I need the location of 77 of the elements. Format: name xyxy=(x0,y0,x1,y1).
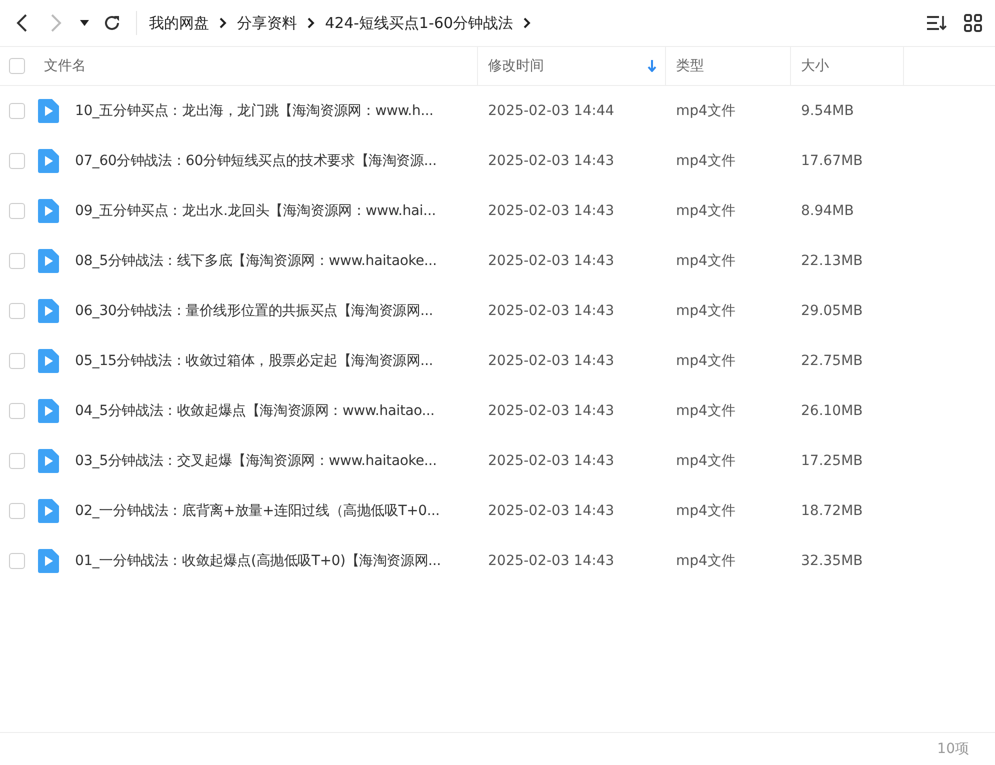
row-checkbox[interactable] xyxy=(9,453,25,469)
row-checkbox[interactable] xyxy=(9,203,25,219)
grid-icon xyxy=(964,14,982,32)
file-name[interactable]: 07_60分钟战法：60分钟短线买点的技术要求【海淘资源... xyxy=(75,152,478,170)
file-type: mp4文件 xyxy=(675,402,736,420)
file-size: 9.54MB xyxy=(800,103,855,119)
video-file-icon xyxy=(37,99,59,123)
chevron-icon xyxy=(307,17,315,29)
video-file-icon xyxy=(37,549,59,573)
file-name[interactable]: 04_5分钟战法：收敛起爆点【海淘资源网：www.haitao... xyxy=(75,402,478,420)
row-checkbox[interactable] xyxy=(9,553,25,569)
sort-down-icon xyxy=(647,60,657,72)
modified-time: 2025-02-03 14:43 xyxy=(487,503,616,519)
video-file-icon xyxy=(37,299,59,323)
file-name[interactable]: 01_一分钟战法：收敛起爆点(高抛低吸T+0)【海淘资源网... xyxy=(75,552,478,570)
modified-time: 2025-02-03 14:43 xyxy=(487,553,616,569)
chevron-icon xyxy=(219,17,227,29)
item-count: 10项 xyxy=(937,740,969,758)
row-checkbox[interactable] xyxy=(9,353,25,369)
video-file-icon xyxy=(37,249,59,273)
file-size: 17.67MB xyxy=(800,153,864,169)
column-header[interactable]: 修改时间 xyxy=(478,47,666,85)
video-file-icon xyxy=(37,349,59,373)
file-size: 22.75MB xyxy=(800,353,864,369)
breadcrumb-item[interactable]: 424-短线买点1-60分钟战法 xyxy=(325,14,514,32)
modified-time: 2025-02-03 14:43 xyxy=(487,253,616,269)
file-name[interactable]: 03_5分钟战法：交叉起爆【海淘资源网：www.haitaoke... xyxy=(75,452,478,470)
file-type: mp4文件 xyxy=(675,102,736,120)
breadcrumb-item[interactable]: 我的网盘 xyxy=(149,14,209,32)
file-name[interactable]: 10_五分钟买点：龙出海，龙门跳【海淘资源网：www.h... xyxy=(75,102,478,120)
file-size: 32.35MB xyxy=(800,553,864,569)
video-file-icon xyxy=(37,149,59,173)
file-size: 22.13MB xyxy=(800,253,864,269)
file-type: mp4文件 xyxy=(675,152,736,170)
file-type: mp4文件 xyxy=(675,502,736,520)
column-header[interactable]: 大小 xyxy=(791,47,904,85)
row-checkbox[interactable] xyxy=(9,253,25,269)
video-file-icon xyxy=(37,199,59,223)
video-file-icon xyxy=(37,499,59,523)
file-type: mp4文件 xyxy=(675,352,736,370)
file-name[interactable]: 09_五分钟买点：龙出水.龙回头【海淘资源网：www.hai... xyxy=(75,202,478,220)
modified-time: 2025-02-03 14:43 xyxy=(487,453,616,469)
column-header[interactable]: 类型 xyxy=(666,47,791,85)
row-checkbox[interactable] xyxy=(9,103,25,119)
file-size: 29.05MB xyxy=(800,303,864,319)
file-type: mp4文件 xyxy=(675,302,736,320)
row-checkbox[interactable] xyxy=(9,153,25,169)
modified-time: 2025-02-03 14:44 xyxy=(487,103,616,119)
modified-time: 2025-02-03 14:43 xyxy=(487,303,616,319)
file-type: mp4文件 xyxy=(675,452,736,470)
row-checkbox[interactable] xyxy=(9,503,25,519)
modified-time: 2025-02-03 14:43 xyxy=(487,353,616,369)
file-size: 26.10MB xyxy=(800,403,864,419)
caret-icon xyxy=(80,20,88,26)
file-size: 17.25MB xyxy=(800,453,864,469)
file-type: mp4文件 xyxy=(675,202,736,220)
modified-time: 2025-02-03 14:43 xyxy=(487,403,616,419)
column-header[interactable]: 文件名 xyxy=(44,47,478,85)
refresh-icon xyxy=(103,14,121,32)
select-all-checkbox[interactable] xyxy=(9,58,25,74)
file-name[interactable]: 08_5分钟战法：线下多底【海淘资源网：www.haitaoke... xyxy=(75,252,478,270)
modified-time: 2025-02-03 14:43 xyxy=(487,203,616,219)
sort-icon xyxy=(926,14,948,32)
file-type: mp4文件 xyxy=(675,552,736,570)
video-file-icon xyxy=(37,399,59,423)
chevron-icon xyxy=(523,17,532,29)
modified-time: 2025-02-03 14:43 xyxy=(487,153,616,169)
file-type: mp4文件 xyxy=(675,252,736,270)
row-checkbox[interactable] xyxy=(9,303,25,319)
video-file-icon xyxy=(37,449,59,473)
row-checkbox[interactable] xyxy=(9,403,25,419)
file-size: 18.72MB xyxy=(800,503,864,519)
file-name[interactable]: 06_30分钟战法：量价线形位置的共振买点【海淘资源网... xyxy=(75,302,478,320)
file-size: 8.94MB xyxy=(800,203,855,219)
file-name[interactable]: 02_一分钟战法：底背离+放量+连阳过线（高抛低吸T+0... xyxy=(75,502,478,520)
breadcrumb-item[interactable]: 分享资料 xyxy=(237,14,297,32)
file-name[interactable]: 05_15分钟战法：收敛过箱体，股票必定起【海淘资源网... xyxy=(75,352,478,370)
